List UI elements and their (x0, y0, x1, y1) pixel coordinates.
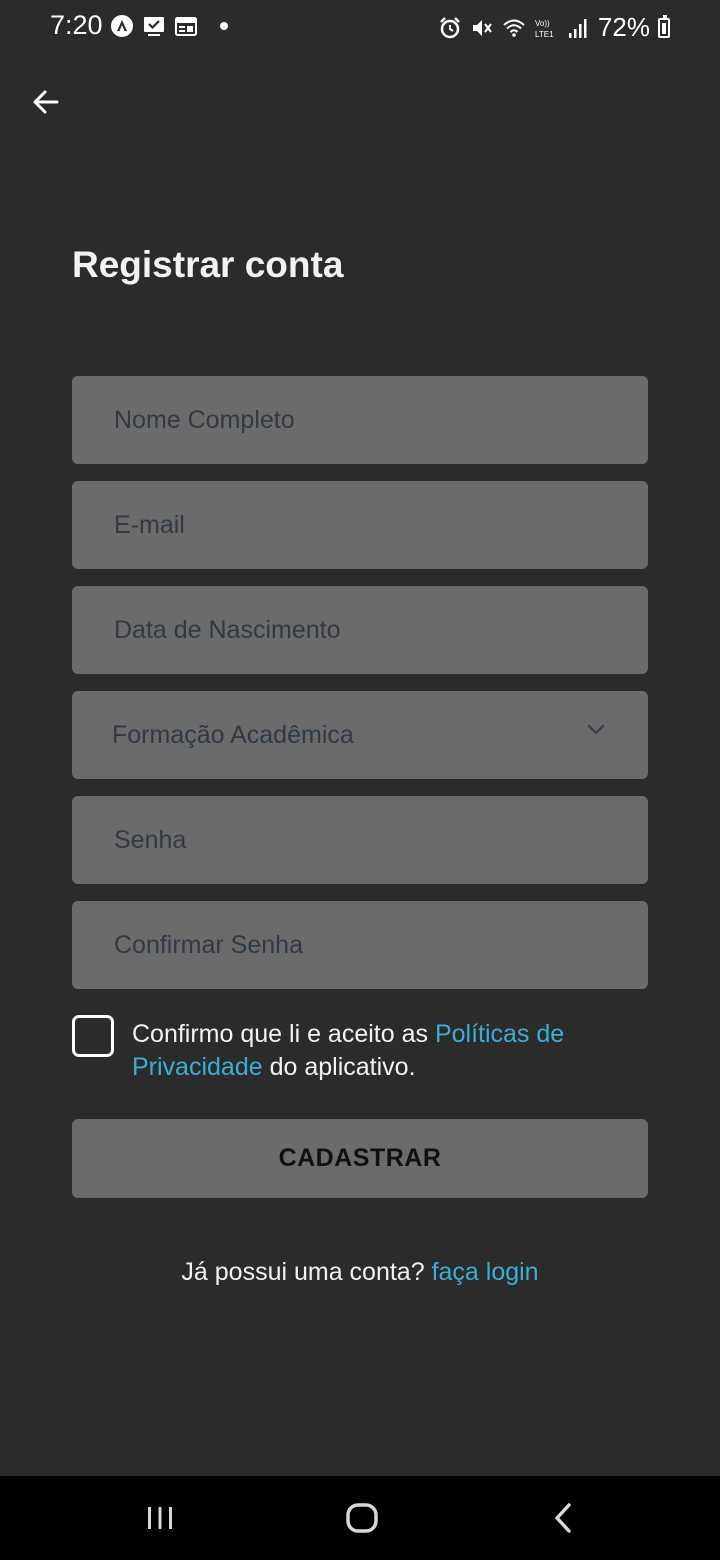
page-title: Registrar conta (72, 244, 344, 285)
arrow-left-icon (33, 90, 59, 114)
terms-prefix: Confirmo que li e aceito as (132, 1020, 435, 1048)
recent-apps-button[interactable] (140, 1498, 180, 1538)
app-notification-icon (110, 14, 134, 38)
chevron-left-icon (555, 1503, 571, 1533)
education-select-value: Formação Acadêmica (112, 720, 354, 749)
svg-text:Vo)): Vo)) (535, 19, 550, 28)
recent-apps-icon (148, 1507, 172, 1529)
battery-percentage: 72% (597, 12, 650, 42)
back-nav-button[interactable] (544, 1498, 584, 1538)
status-left-icons (110, 14, 228, 38)
email-field[interactable] (72, 481, 648, 569)
back-button[interactable] (24, 80, 68, 124)
signal-icon (566, 16, 590, 40)
status-right-icons: Vo)) LTE1 72% (438, 12, 670, 43)
password-field[interactable] (72, 796, 648, 884)
dot-icon (220, 22, 228, 30)
mute-icon (470, 16, 494, 40)
confirm-password-input[interactable] (112, 929, 648, 961)
alarm-icon (438, 16, 462, 40)
full-name-input[interactable] (112, 404, 648, 436)
wifi-icon (502, 16, 526, 40)
home-button[interactable] (342, 1498, 382, 1538)
battery-icon (658, 14, 670, 38)
system-nav-bar (0, 1476, 720, 1560)
volte-lte-icon: Vo)) LTE1 (534, 16, 558, 40)
confirm-password-field[interactable] (72, 901, 648, 989)
full-name-field[interactable] (72, 376, 648, 464)
register-screen: 7:20 Vo)) LTE1 72% Registrar conta Nome … (0, 0, 720, 1560)
birthdate-field[interactable] (72, 586, 648, 674)
checklist-icon (142, 14, 166, 38)
status-bar: 7:20 Vo)) LTE1 72% (0, 0, 720, 56)
calendar-icon (174, 14, 198, 38)
terms-suffix: do aplicativo. (262, 1053, 416, 1081)
register-button[interactable]: CADASTRAR (72, 1119, 648, 1198)
password-input[interactable] (112, 824, 648, 856)
email-input[interactable] (112, 509, 648, 541)
terms-text: Confirmo que li e aceito as Políticas de… (132, 1018, 652, 1084)
login-prompt: Já possui uma conta? faça login (0, 1258, 720, 1287)
login-link[interactable]: faça login (432, 1258, 539, 1286)
education-select[interactable]: Formação Acadêmica (72, 691, 648, 779)
status-time: 7:20 (50, 10, 103, 40)
terms-checkbox[interactable] (72, 1015, 114, 1057)
login-prompt-text: Já possui uma conta? (181, 1258, 432, 1286)
chevron-down-icon (587, 724, 605, 735)
birthdate-input[interactable] (112, 614, 648, 646)
home-icon (346, 1503, 378, 1533)
svg-text:LTE1: LTE1 (535, 30, 554, 39)
